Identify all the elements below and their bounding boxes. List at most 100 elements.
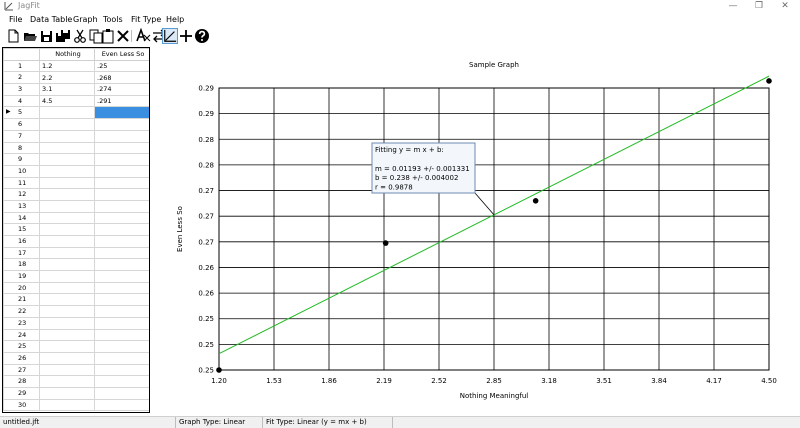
table-row[interactable]: 26 [3, 351, 149, 365]
table-cell[interactable] [39, 305, 95, 318]
table-row[interactable]: 24 [3, 328, 149, 342]
row-header[interactable]: 20 [3, 281, 40, 295]
table-cell[interactable] [39, 153, 95, 166]
table-cell[interactable] [94, 293, 149, 307]
row-header[interactable]: 16 [3, 235, 40, 248]
table-cell[interactable] [39, 246, 95, 260]
font-icon[interactable] [135, 28, 151, 44]
table-cell[interactable] [39, 340, 95, 353]
row-header[interactable]: 22 [3, 305, 40, 318]
table-cell[interactable] [94, 328, 149, 342]
row-header[interactable]: 23 [3, 316, 40, 330]
table-cell[interactable] [94, 270, 149, 283]
table-cell[interactable] [94, 141, 149, 155]
table-cell[interactable]: 2.2 [39, 71, 95, 85]
row-header[interactable]: 4 [3, 94, 40, 108]
help-icon[interactable] [194, 28, 210, 44]
row-header[interactable]: 27 [3, 363, 40, 377]
table-cell[interactable] [94, 258, 149, 272]
table-row[interactable]: 17 [3, 246, 149, 260]
table-row[interactable]: 12 [3, 188, 149, 201]
row-header[interactable]: 13 [3, 199, 40, 213]
table-row[interactable]: 23 [3, 316, 149, 330]
table-cell[interactable] [39, 118, 95, 131]
table-row[interactable]: 18 [3, 258, 149, 272]
table-cell[interactable] [94, 129, 149, 143]
table-cell[interactable] [94, 375, 149, 388]
save-all-icon[interactable] [55, 28, 71, 44]
table-row[interactable]: ▶ 5 [3, 106, 149, 120]
table-cell[interactable] [39, 398, 95, 412]
table-cell[interactable] [39, 235, 95, 248]
table-row[interactable]: 29 [3, 386, 149, 400]
table-cell[interactable] [94, 281, 149, 295]
table-cell[interactable]: .291 [94, 94, 149, 108]
table-cell[interactable] [39, 164, 95, 178]
row-header[interactable]: 19 [3, 270, 40, 283]
table-cell[interactable] [94, 199, 149, 213]
row-header[interactable]: 1 [3, 59, 40, 73]
row-header[interactable]: 10 [3, 164, 40, 178]
table-row[interactable]: 11 [3, 176, 149, 190]
table-row[interactable]: 1 1.2.25 [3, 59, 149, 73]
table-cell[interactable] [39, 386, 95, 400]
table-cell[interactable] [94, 211, 149, 225]
table-cell[interactable] [39, 316, 95, 330]
table-cell[interactable] [39, 270, 95, 283]
add-icon[interactable] [178, 28, 194, 44]
table-cell[interactable] [39, 199, 95, 213]
row-header[interactable]: 21 [3, 293, 40, 307]
table-row[interactable]: 15 [3, 223, 149, 236]
table-cell[interactable] [94, 118, 149, 131]
table-cell[interactable] [94, 340, 149, 353]
row-header[interactable]: 28 [3, 375, 40, 388]
table-row[interactable]: 6 [3, 118, 149, 131]
table-row[interactable]: 30 [3, 398, 149, 412]
table-cell[interactable] [94, 164, 149, 178]
save-icon[interactable] [39, 28, 55, 44]
menu-data-table[interactable]: Data Table [30, 15, 72, 24]
menu-tools[interactable]: Tools [103, 15, 123, 24]
table-row[interactable]: 10 [3, 164, 149, 178]
row-header[interactable]: 7 [3, 129, 40, 143]
row-header[interactable]: 12 [3, 188, 40, 201]
table-cell[interactable] [94, 316, 149, 330]
table-row[interactable]: 28 [3, 375, 149, 388]
table-cell[interactable] [39, 375, 95, 388]
table-cell[interactable] [39, 211, 95, 225]
table-cell[interactable] [94, 188, 149, 201]
table-cell[interactable] [39, 106, 95, 120]
column-header-even-less-so[interactable]: Even Less So [94, 48, 149, 61]
row-header[interactable]: 3 [3, 83, 40, 96]
menu-file[interactable]: File [9, 15, 22, 24]
table-row[interactable]: 2 2.2.268 [3, 71, 149, 85]
close-button[interactable]: ✕ [770, 0, 800, 14]
table-row[interactable]: 16 [3, 235, 149, 248]
row-header[interactable]: 15 [3, 223, 40, 236]
table-row[interactable]: 9 [3, 153, 149, 166]
row-header[interactable]: 9 [3, 153, 40, 166]
column-header-nothing[interactable]: Nothing [39, 48, 95, 61]
table-row[interactable]: 8 [3, 141, 149, 155]
graph-panel[interactable]: Sample Graph 1.20 1.53 1.86 2.19 2.52 2.85 3.18… [160, 52, 790, 408]
row-header[interactable]: 14 [3, 211, 40, 225]
row-header[interactable]: 17 [3, 246, 40, 260]
table-cell[interactable] [94, 246, 149, 260]
row-header-corner[interactable] [3, 48, 40, 61]
table-cell[interactable] [94, 106, 149, 120]
row-header[interactable]: 25 [3, 340, 40, 353]
table-cell[interactable] [94, 398, 149, 412]
menu-fit-type[interactable]: Fit Type [131, 15, 161, 24]
table-cell[interactable] [39, 141, 95, 155]
table-cell[interactable] [39, 328, 95, 342]
row-header[interactable]: 6 [3, 118, 40, 131]
row-header[interactable]: 18 [3, 258, 40, 272]
table-row[interactable]: 27 [3, 363, 149, 377]
table-cell[interactable]: 1.2 [39, 59, 95, 73]
row-header[interactable]: 24 [3, 328, 40, 342]
table-cell[interactable] [94, 153, 149, 166]
table-cell[interactable] [94, 305, 149, 318]
table-cell[interactable] [39, 129, 95, 143]
row-header[interactable]: 2 [3, 71, 40, 85]
table-cell[interactable]: 3.1 [39, 83, 95, 96]
